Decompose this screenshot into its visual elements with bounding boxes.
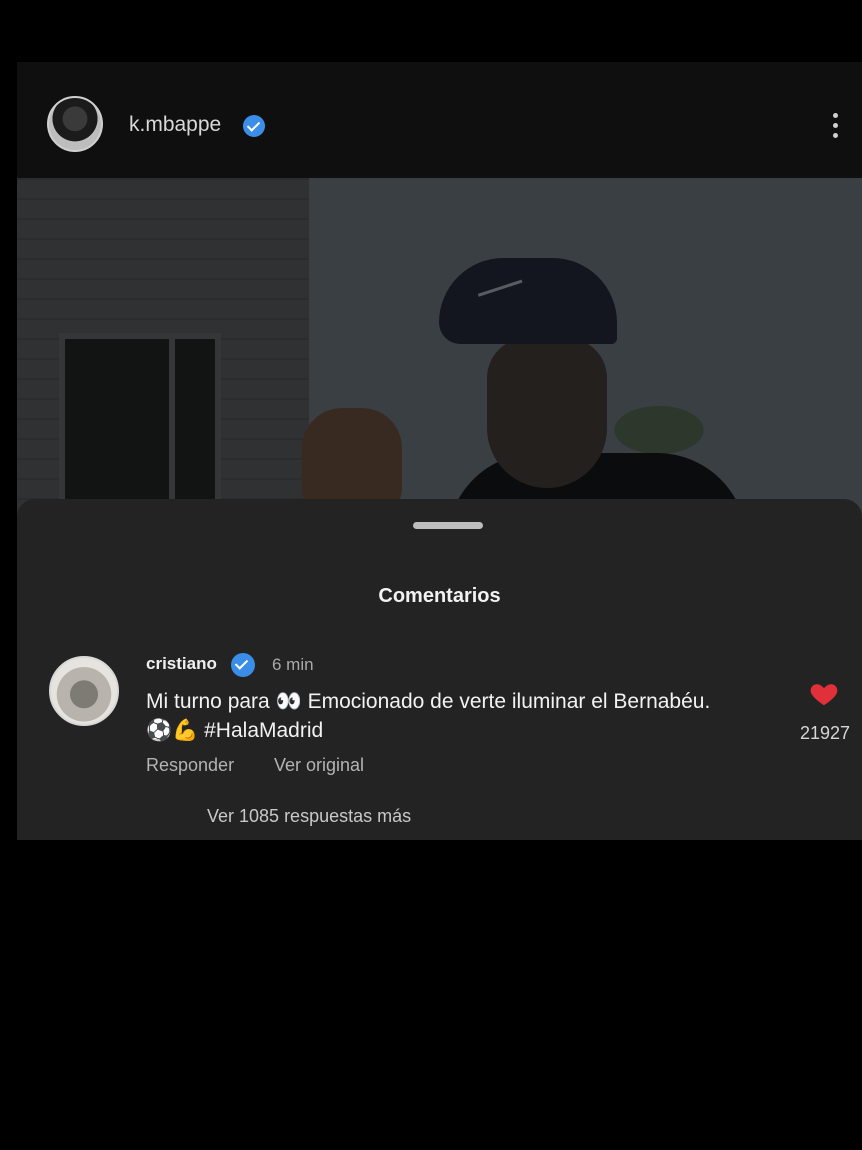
comment-username[interactable]: cristiano: [146, 654, 217, 674]
view-more-replies-button[interactable]: Ver 1085 respuestas más: [207, 806, 411, 827]
profile-avatar[interactable]: [47, 96, 103, 152]
post-card: k.mbappe Comentarios cristiano 6 min Mi …: [17, 62, 862, 840]
verified-badge-icon: [243, 115, 265, 137]
comments-title: Comentarios: [378, 585, 501, 607]
like-count: 21927: [799, 723, 851, 743]
comment-text: Mi turno para 👀 Emocionado de verte ilum…: [146, 689, 711, 742]
comments-sheet: Comentarios cristiano 6 min Mi turno par…: [17, 499, 862, 840]
comment-avatar[interactable]: [49, 656, 119, 726]
comment-timestamp: 6 min: [272, 655, 314, 674]
drag-handle[interactable]: [413, 522, 483, 529]
more-options-icon[interactable]: [825, 109, 845, 143]
heart-icon[interactable]: [809, 679, 839, 709]
view-original-button[interactable]: Ver original: [274, 755, 364, 776]
post-username[interactable]: k.mbappe: [129, 113, 221, 137]
comment-verified-badge-icon: [231, 653, 255, 677]
post-header: k.mbappe: [17, 62, 862, 178]
reply-button[interactable]: Responder: [146, 755, 234, 776]
post-image[interactable]: [17, 178, 862, 518]
